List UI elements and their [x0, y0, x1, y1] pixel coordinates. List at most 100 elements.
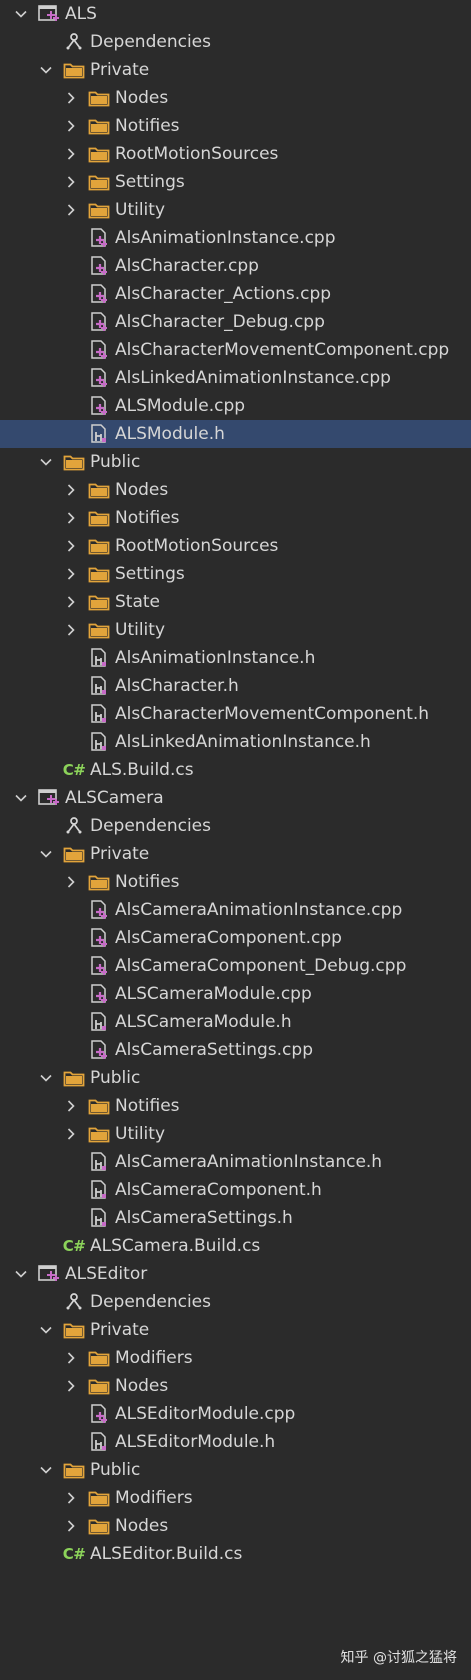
chevron-right-icon[interactable]: [62, 89, 80, 107]
chevron-right-icon[interactable]: [62, 1489, 80, 1507]
folder-icon: [88, 1123, 110, 1145]
tree-item-deps[interactable]: Dependencies: [0, 812, 471, 840]
tree-item-label: AlsLinkedAnimationInstance.h: [115, 732, 371, 752]
tree-item-cpp[interactable]: ALSEditorModule.cpp: [0, 1400, 471, 1428]
tree-item-cpp[interactable]: AlsCameraAnimationInstance.cpp: [0, 896, 471, 924]
tree-item-cs[interactable]: C# ALS.Build.cs: [0, 756, 471, 784]
tree-item-cs[interactable]: C# ALSCamera.Build.cs: [0, 1232, 471, 1260]
chevron-right-icon[interactable]: [62, 1517, 80, 1535]
tree-item-cpp[interactable]: AlsCameraSettings.cpp: [0, 1036, 471, 1064]
tree-item-cpp[interactable]: AlsCameraComponent.cpp: [0, 924, 471, 952]
chevron-right-icon[interactable]: [62, 509, 80, 527]
tree-item-h[interactable]: AlsLinkedAnimationInstance.h: [0, 728, 471, 756]
tree-item-folder[interactable]: RootMotionSources: [0, 140, 471, 168]
tree-item-label: Nodes: [115, 1516, 169, 1536]
tree-item-folder[interactable]: Public: [0, 448, 471, 476]
folder-icon: [88, 1347, 110, 1369]
tree-item-folder[interactable]: Notifies: [0, 112, 471, 140]
chevron-right-icon[interactable]: [62, 173, 80, 191]
tree-item-folder[interactable]: Modifiers: [0, 1344, 471, 1372]
dependencies-icon: [63, 815, 85, 837]
tree-item-folder[interactable]: Nodes: [0, 476, 471, 504]
chevron-down-icon[interactable]: [37, 1069, 55, 1087]
tree-item-cpp[interactable]: AlsAnimationInstance.cpp: [0, 224, 471, 252]
tree-item-cpp[interactable]: AlsCameraComponent_Debug.cpp: [0, 952, 471, 980]
tree-item-cs[interactable]: C# ALSEditor.Build.cs: [0, 1540, 471, 1568]
chevron-right-icon[interactable]: [62, 621, 80, 639]
tree-item-folder[interactable]: Private: [0, 840, 471, 868]
tree-item-folder[interactable]: Modifiers: [0, 1484, 471, 1512]
chevron-down-icon[interactable]: [12, 5, 30, 23]
tree-item-h[interactable]: AlsCameraComponent.h: [0, 1176, 471, 1204]
tree-item-label: State: [115, 592, 160, 612]
tree-item-h[interactable]: AlsAnimationInstance.h: [0, 644, 471, 672]
tree-item-folder[interactable]: Nodes: [0, 1372, 471, 1400]
tree-item-folder[interactable]: Notifies: [0, 1092, 471, 1120]
tree-item-folder[interactable]: Notifies: [0, 868, 471, 896]
chevron-down-icon[interactable]: [37, 845, 55, 863]
tree-item-cpp[interactable]: AlsCharacter.cpp: [0, 252, 471, 280]
tree-item-deps[interactable]: Dependencies: [0, 28, 471, 56]
tree-item-label: AlsCameraSettings.h: [115, 1208, 293, 1228]
tree-item-project[interactable]: ALSEditor: [0, 1260, 471, 1288]
chevron-right-icon[interactable]: [62, 537, 80, 555]
tree-item-project[interactable]: ALSCamera: [0, 784, 471, 812]
folder-icon: [88, 1095, 110, 1117]
tree-item-h[interactable]: AlsCameraAnimationInstance.h: [0, 1148, 471, 1176]
tree-item-folder[interactable]: Private: [0, 56, 471, 84]
chevron-down-icon[interactable]: [37, 453, 55, 471]
chevron-right-icon[interactable]: [62, 145, 80, 163]
tree-item-folder[interactable]: Nodes: [0, 1512, 471, 1540]
tree-item-folder[interactable]: Utility: [0, 1120, 471, 1148]
tree-item-cpp[interactable]: AlsCharacter_Debug.cpp: [0, 308, 471, 336]
tree-item-label: Settings: [115, 564, 185, 584]
chevron-down-icon[interactable]: [12, 1265, 30, 1283]
tree-item-h[interactable]: ALSEditorModule.h: [0, 1428, 471, 1456]
csharp-file-icon: C#: [63, 759, 86, 781]
chevron-right-icon[interactable]: [62, 1349, 80, 1367]
tree-item-cpp[interactable]: ALSModule.cpp: [0, 392, 471, 420]
chevron-right-icon[interactable]: [62, 873, 80, 891]
tree-item-label: Nodes: [115, 88, 169, 108]
folder-icon: [88, 199, 110, 221]
tree-item-h[interactable]: AlsCameraSettings.h: [0, 1204, 471, 1232]
tree-item-label: AlsCharacterMovementComponent.cpp: [115, 340, 450, 360]
chevron-right-icon[interactable]: [62, 1097, 80, 1115]
tree-item-cpp[interactable]: AlsCharacterMovementComponent.cpp: [0, 336, 471, 364]
tree-item-label: ALSModule.h: [115, 424, 225, 444]
chevron-right-icon[interactable]: [62, 565, 80, 583]
chevron-right-icon[interactable]: [62, 593, 80, 611]
tree-item-folder[interactable]: Utility: [0, 616, 471, 644]
tree-item-h[interactable]: ALSCameraModule.h: [0, 1008, 471, 1036]
folder-icon: [88, 619, 110, 641]
tree-item-folder[interactable]: Notifies: [0, 504, 471, 532]
tree-item-folder[interactable]: Settings: [0, 168, 471, 196]
chevron-right-icon[interactable]: [62, 481, 80, 499]
tree-item-folder[interactable]: Settings: [0, 560, 471, 588]
tree-item-folder[interactable]: Public: [0, 1456, 471, 1484]
chevron-down-icon[interactable]: [37, 61, 55, 79]
chevron-right-icon[interactable]: [62, 1125, 80, 1143]
chevron-down-icon[interactable]: [12, 789, 30, 807]
tree-item-folder[interactable]: State: [0, 588, 471, 616]
tree-item-folder[interactable]: Private: [0, 1316, 471, 1344]
chevron-right-icon[interactable]: [62, 117, 80, 135]
chevron-right-icon[interactable]: [62, 201, 80, 219]
tree-item-label: ALSEditorModule.cpp: [115, 1404, 296, 1424]
tree-item-h[interactable]: AlsCharacterMovementComponent.h: [0, 700, 471, 728]
chevron-down-icon[interactable]: [37, 1461, 55, 1479]
tree-item-label: AlsCameraComponent.h: [115, 1180, 322, 1200]
tree-item-cpp[interactable]: AlsLinkedAnimationInstance.cpp: [0, 364, 471, 392]
tree-item-deps[interactable]: Dependencies: [0, 1288, 471, 1316]
tree-item-cpp[interactable]: AlsCharacter_Actions.cpp: [0, 280, 471, 308]
tree-item-cpp[interactable]: ALSCameraModule.cpp: [0, 980, 471, 1008]
tree-item-folder[interactable]: Nodes: [0, 84, 471, 112]
tree-item-h[interactable]: ALSModule.h: [0, 420, 471, 448]
chevron-right-icon[interactable]: [62, 1377, 80, 1395]
chevron-down-icon[interactable]: [37, 1321, 55, 1339]
tree-item-project[interactable]: ALS: [0, 0, 471, 28]
tree-item-folder[interactable]: Utility: [0, 196, 471, 224]
tree-item-folder[interactable]: Public: [0, 1064, 471, 1092]
tree-item-folder[interactable]: RootMotionSources: [0, 532, 471, 560]
tree-item-h[interactable]: AlsCharacter.h: [0, 672, 471, 700]
